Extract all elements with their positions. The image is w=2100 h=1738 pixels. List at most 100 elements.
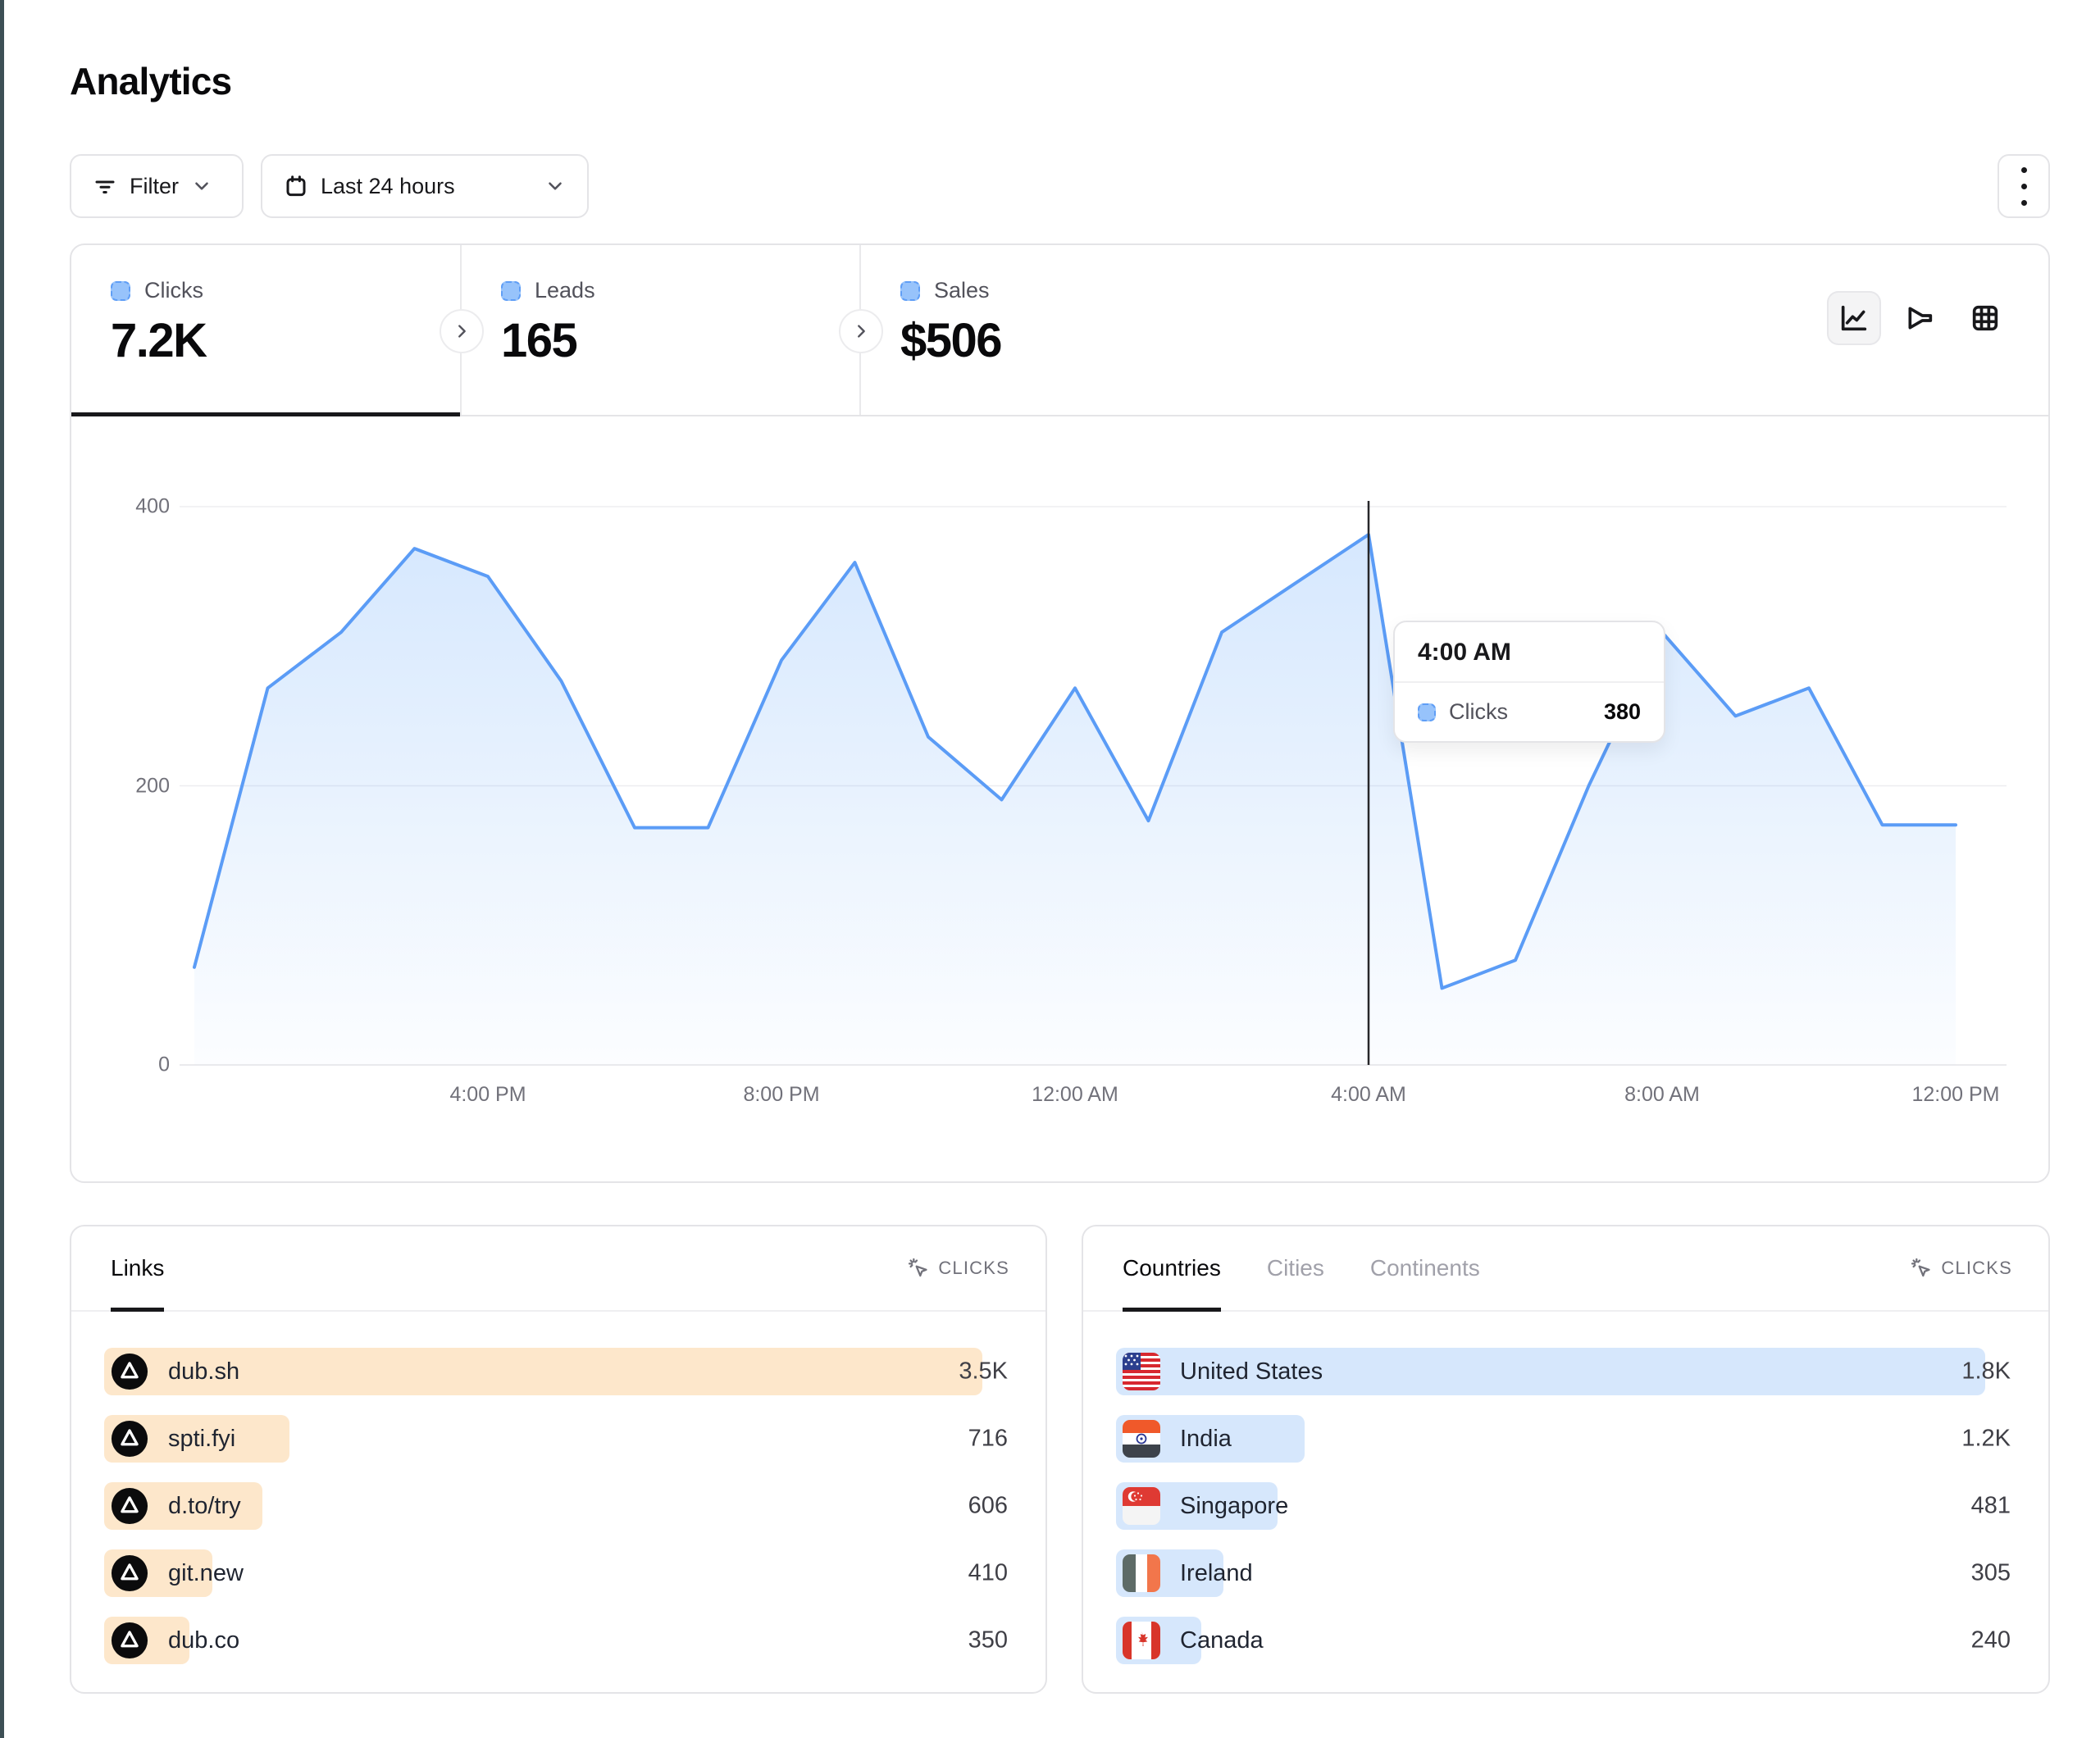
links-sort-label: CLICKS [938, 1258, 1009, 1279]
links-panel: Links CLICKS dub.sh 3.5K [70, 1225, 1047, 1694]
countries-panel: Countries Cities Continents CLICKS [1082, 1225, 2050, 1694]
link-row[interactable]: d.to/try 606 [104, 1482, 1009, 1530]
link-label: dub.co [168, 1627, 239, 1654]
y-axis-tick: 0 [101, 1053, 170, 1077]
x-axis-tick: 4:00 PM [449, 1083, 526, 1107]
country-clicks: 1.8K [1961, 1358, 2011, 1385]
country-row[interactable]: India 1.2K [1116, 1415, 2012, 1463]
dub-logo-icon [111, 1554, 148, 1592]
countries-sort-label: CLICKS [1941, 1258, 2012, 1279]
metric-tabs: Clicks 7.2K Leads 165 Sales $506 [71, 245, 2048, 416]
analytics-page: Analytics Filter Last 24 hours [0, 0, 2100, 1738]
calendar-icon [284, 174, 308, 198]
filter-button[interactable]: Filter [70, 154, 244, 218]
funnel-icon [1903, 302, 1936, 334]
country-label: Singapore [1180, 1493, 1288, 1520]
more-options-button[interactable] [1998, 154, 2050, 218]
line-chart-icon [1838, 302, 1870, 334]
canada-flag-icon [1123, 1622, 1160, 1659]
link-label: dub.sh [168, 1358, 239, 1385]
country-row[interactable]: Ireland 305 [1116, 1549, 2012, 1597]
link-clicks: 716 [968, 1426, 1008, 1453]
cities-tab-label: Cities [1267, 1255, 1324, 1281]
clicks-tab-label: Clicks [144, 278, 203, 303]
x-axis-tick: 4:00 AM [1331, 1083, 1406, 1107]
tab-countries[interactable]: Countries [1123, 1226, 1221, 1310]
date-range-label: Last 24 hours [321, 174, 455, 199]
country-row[interactable]: Singapore 481 [1116, 1482, 2012, 1530]
countries-sort-toggle[interactable]: CLICKS [1911, 1258, 2012, 1280]
table-view-toggle[interactable] [1958, 291, 2012, 345]
continents-tab-label: Continents [1370, 1255, 1480, 1281]
country-clicks: 481 [1971, 1493, 2011, 1520]
leads-value: 165 [501, 313, 859, 368]
chevron-right-icon [453, 322, 471, 340]
y-axis-tick: 200 [101, 774, 170, 798]
line-chart-toggle[interactable] [1827, 291, 1881, 345]
x-axis-tick: 8:00 AM [1624, 1083, 1700, 1107]
filter-icon [93, 174, 117, 198]
link-label: git.new [168, 1560, 244, 1587]
links-sort-toggle[interactable]: CLICKS [908, 1258, 1009, 1280]
tooltip-time: 4:00 AM [1395, 622, 1664, 683]
cursor-click-icon [908, 1258, 930, 1280]
analytics-chart-card: Clicks 7.2K Leads 165 Sales $506 [70, 243, 2050, 1183]
link-row[interactable]: git.new 410 [104, 1549, 1009, 1597]
country-row[interactable]: Canada 240 [1116, 1617, 2012, 1664]
filter-label: Filter [130, 174, 179, 199]
page-title: Analytics [70, 59, 231, 103]
dub-logo-icon [111, 1353, 148, 1390]
links-tab-label: Links [111, 1255, 164, 1281]
chevron-down-icon [191, 175, 212, 197]
expand-clicks-button[interactable] [440, 309, 484, 353]
tab-leads[interactable]: Leads 165 [462, 245, 861, 415]
tab-continents[interactable]: Continents [1370, 1226, 1480, 1310]
area-fill [194, 535, 1956, 1065]
country-clicks: 305 [1971, 1560, 2011, 1587]
x-axis-tick: 8:00 PM [743, 1083, 819, 1107]
link-clicks: 350 [968, 1627, 1008, 1654]
clicks-line [194, 535, 1956, 988]
countries-list: United States 1.8K India 1.2K [1083, 1312, 2048, 1664]
country-label: India [1180, 1426, 1232, 1453]
link-row[interactable]: dub.sh 3.5K [104, 1348, 1009, 1395]
date-range-button[interactable]: Last 24 hours [261, 154, 589, 218]
country-label: Canada [1180, 1627, 1264, 1654]
tab-links[interactable]: Links [111, 1226, 164, 1310]
chart-type-toggles [1827, 291, 2012, 345]
expand-leads-button[interactable] [839, 309, 883, 353]
kebab-menu-icon [2021, 167, 2027, 206]
india-flag-icon [1123, 1420, 1160, 1458]
link-clicks: 410 [968, 1560, 1008, 1587]
dub-logo-icon [111, 1622, 148, 1659]
clicks-value: 7.2K [111, 313, 460, 368]
link-clicks: 606 [968, 1493, 1008, 1520]
country-label: Ireland [1180, 1560, 1253, 1587]
x-axis-tick: 12:00 AM [1032, 1083, 1118, 1107]
link-row[interactable]: dub.co 350 [104, 1617, 1009, 1664]
chart-tooltip: 4:00 AM Clicks 380 [1393, 621, 1665, 743]
tooltip-value: 380 [1604, 699, 1641, 725]
sales-legend-chip [900, 281, 920, 301]
country-clicks: 240 [1971, 1627, 2011, 1654]
link-row[interactable]: spti.fyi 716 [104, 1415, 1009, 1463]
funnel-chart-toggle[interactable] [1893, 291, 1947, 345]
link-label: spti.fyi [168, 1426, 235, 1453]
ireland-flag-icon [1123, 1554, 1160, 1592]
links-list: dub.sh 3.5K spti.fyi 716 d.to/try 606 [71, 1312, 1045, 1664]
sales-tab-label: Sales [934, 278, 990, 303]
country-clicks: 1.2K [1961, 1426, 2011, 1453]
y-axis-tick: 400 [101, 495, 170, 519]
chevron-right-icon [852, 322, 870, 340]
chevron-down-icon [544, 175, 566, 197]
cursor-click-icon [1911, 1258, 1933, 1280]
tooltip-series-label: Clicks [1449, 699, 1508, 725]
tab-cities[interactable]: Cities [1267, 1226, 1324, 1310]
singapore-flag-icon [1123, 1487, 1160, 1525]
country-row[interactable]: United States 1.8K [1116, 1348, 2012, 1395]
dub-logo-icon [111, 1420, 148, 1458]
tab-clicks[interactable]: Clicks 7.2K [71, 245, 462, 415]
grid-icon [1969, 302, 2002, 334]
link-label: d.to/try [168, 1493, 241, 1520]
x-axis-tick: 12:00 PM [1911, 1083, 1999, 1107]
